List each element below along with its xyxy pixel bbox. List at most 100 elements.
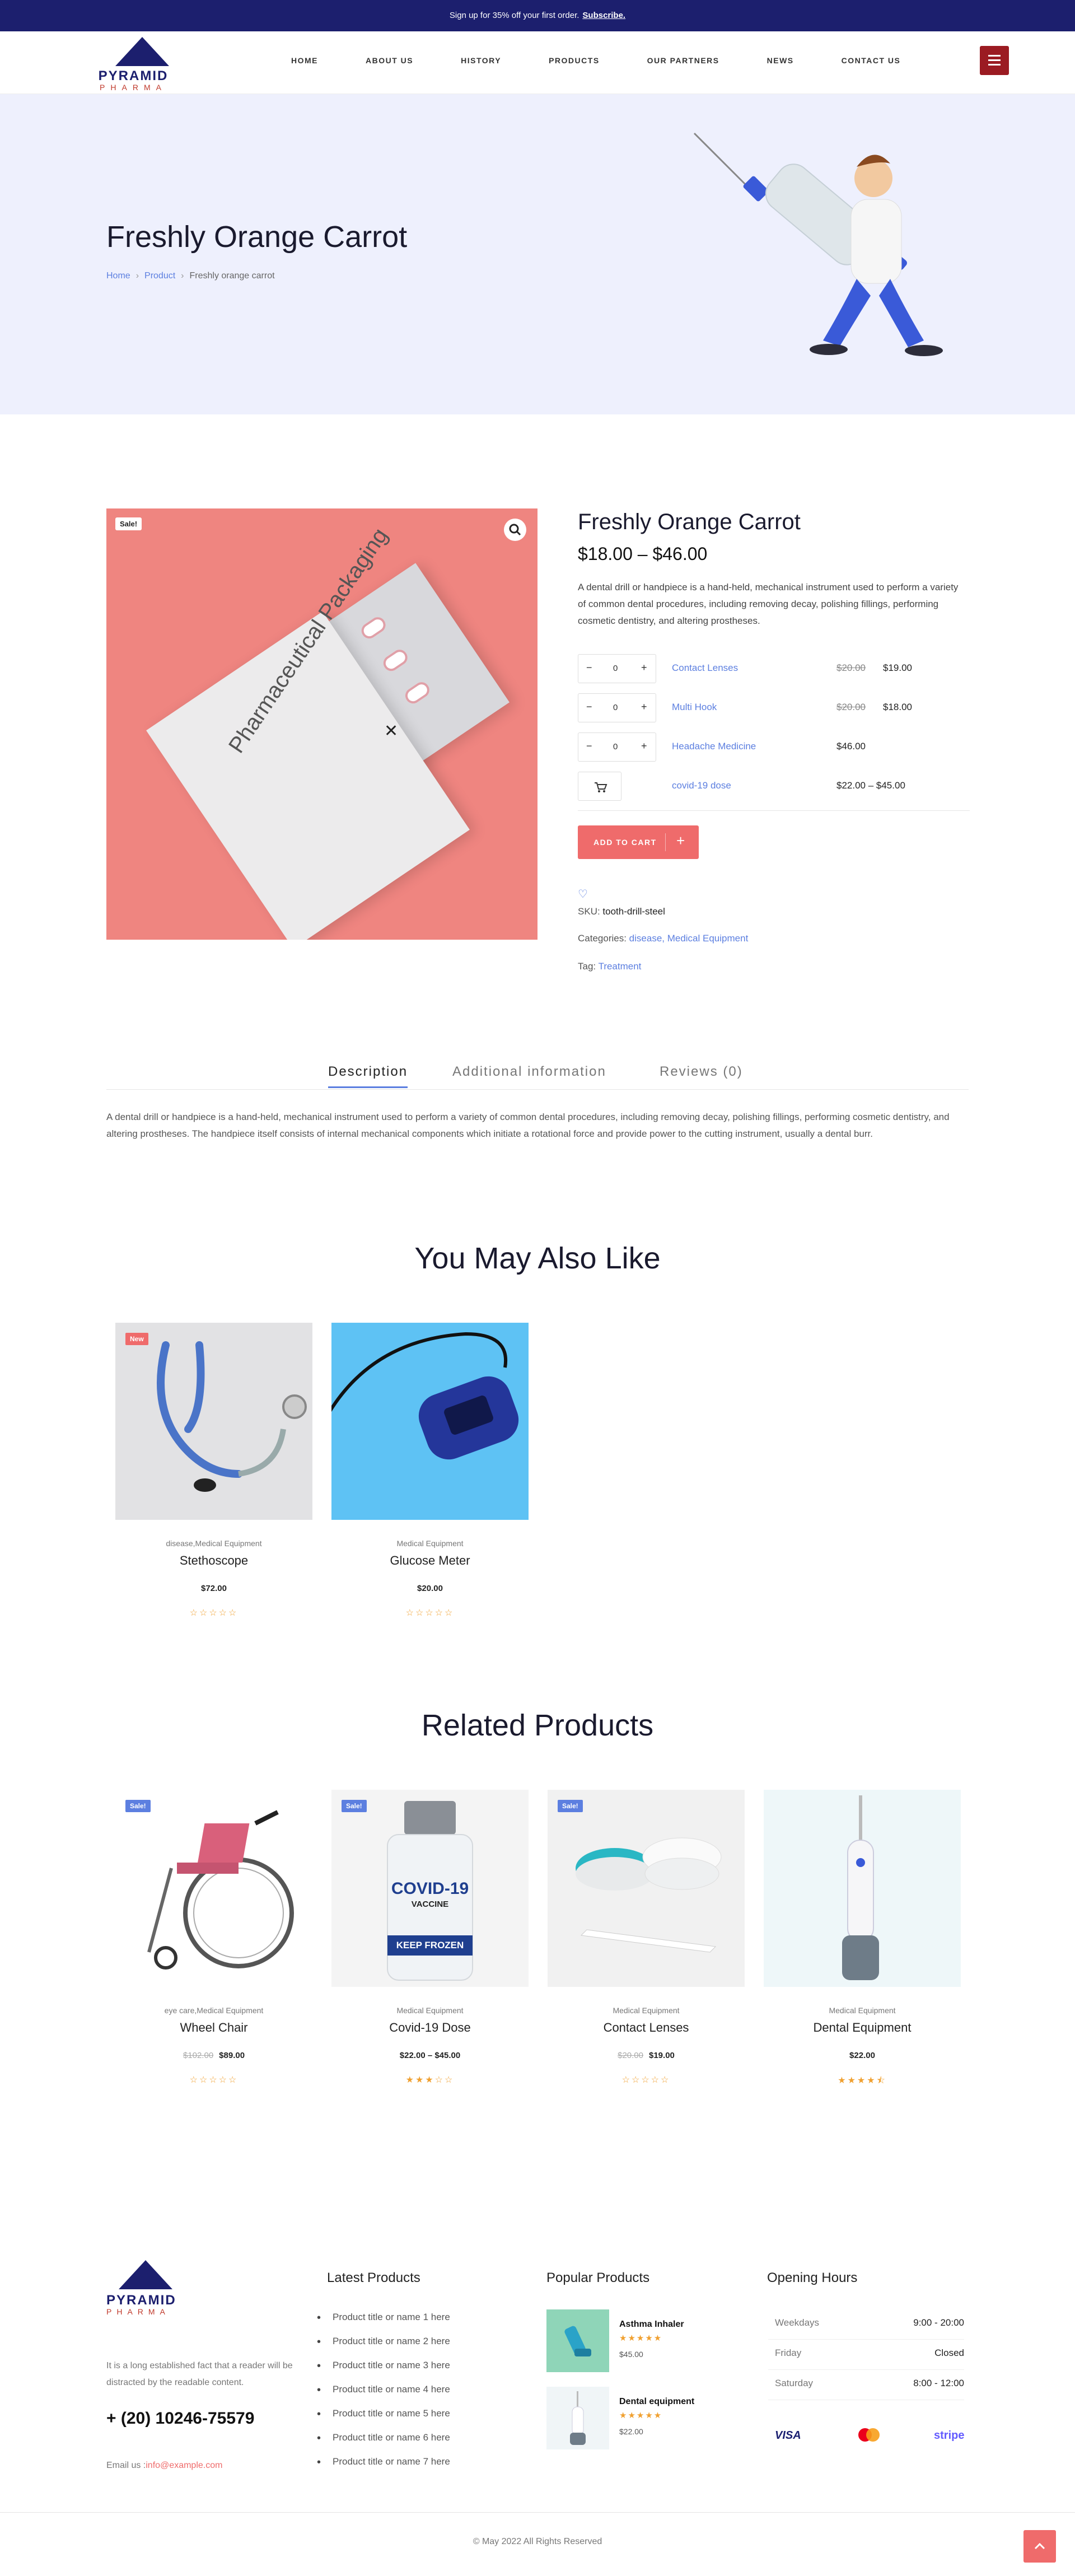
- visa-icon: VISA: [775, 2429, 801, 2442]
- quantity-value[interactable]: 0: [613, 742, 618, 752]
- tab-description-content: A dental drill or handpiece is a hand-he…: [106, 1112, 950, 1139]
- subscribe-link[interactable]: Subscribe.: [582, 11, 625, 20]
- product-category[interactable]: Medical Equipment: [331, 2006, 529, 2015]
- product-price: $20.00 $19.00: [548, 2051, 745, 2060]
- pill-icon: [358, 614, 389, 642]
- latest-product-link[interactable]: Product title or name 5 here: [317, 2408, 450, 2421]
- popular-product-name[interactable]: Dental equipment: [619, 2397, 694, 2407]
- nav-home[interactable]: HOME: [291, 56, 318, 65]
- vial-label-title: COVID-19: [391, 1879, 469, 1898]
- product-price: $22.00: [849, 2051, 875, 2060]
- hamburger-menu-button[interactable]: [980, 46, 1009, 75]
- product-summary: Freshly Orange Carrot $18.00 – $46.00 A …: [578, 508, 970, 629]
- grouped-item-name[interactable]: Multi Hook: [672, 702, 717, 713]
- nav-contact-us[interactable]: CONTACT US: [842, 56, 901, 65]
- cart-icon: [595, 782, 607, 792]
- grouped-item-name[interactable]: Contact Lenses: [672, 662, 738, 674]
- sale-badge: Sale!: [342, 1800, 367, 1812]
- product-price: $20.00: [417, 1584, 443, 1593]
- copyright-text: © May 2022 All Rights Reserved: [473, 2537, 602, 2546]
- product-gallery[interactable]: Sale! Pharmaceutical Packaging ✕: [106, 508, 538, 940]
- product-category[interactable]: Medical Equipment: [764, 2006, 961, 2015]
- breadcrumb-chevron-icon: ›: [135, 271, 139, 281]
- plus-icon[interactable]: +: [641, 701, 647, 713]
- footer-phone[interactable]: + (20) 10246-75579: [106, 2409, 254, 2428]
- quantity-value[interactable]: 0: [613, 703, 618, 712]
- minus-icon[interactable]: −: [586, 701, 592, 713]
- categories-links[interactable]: disease, Medical Equipment: [629, 933, 749, 944]
- wishlist-heart-icon[interactable]: ♡: [578, 887, 588, 901]
- product-category[interactable]: eye care,Medical Equipment: [115, 2006, 312, 2015]
- product-image[interactable]: New: [115, 1323, 312, 1520]
- site-logo[interactable]: PYRAMID PHARMA: [94, 36, 172, 92]
- product-name[interactable]: Wheel Chair: [115, 2020, 312, 2035]
- grouped-row: covid-19 dose $22.00 – $45.00: [578, 772, 970, 803]
- product-categories: Categories: disease, Medical Equipment: [578, 933, 748, 944]
- nav-about-us[interactable]: ABOUT US: [366, 56, 413, 65]
- quantity-stepper[interactable]: − 0 +: [578, 732, 656, 762]
- nav-our-partners[interactable]: OUR PARTNERS: [647, 56, 719, 65]
- latest-product-link[interactable]: Product title or name 7 here: [317, 2456, 450, 2469]
- cart-icon-button[interactable]: [578, 772, 621, 801]
- quantity-stepper[interactable]: − 0 +: [578, 693, 656, 722]
- breadcrumb-home[interactable]: Home: [106, 271, 130, 281]
- zoom-magnifier-icon[interactable]: [504, 519, 526, 541]
- hamburger-line-icon: [988, 64, 1001, 66]
- footer-logo[interactable]: PYRAMID PHARMA: [106, 2260, 185, 2316]
- latest-product-link[interactable]: Product title or name 4 here: [317, 2384, 450, 2397]
- product-category[interactable]: Medical Equipment: [548, 2006, 745, 2015]
- nav-history[interactable]: HISTORY: [461, 56, 501, 65]
- page-hero: Freshly Orange Carrot Home › Product › Fresh…: [0, 94, 1075, 414]
- grouped-item-name[interactable]: covid-19 dose: [672, 780, 731, 791]
- hamburger-line-icon: [988, 59, 1001, 61]
- product-price: $72.00: [201, 1584, 227, 1593]
- product-name[interactable]: Covid-19 Dose: [331, 2020, 529, 2035]
- popular-product-thumb[interactable]: [546, 2309, 609, 2372]
- tag-link[interactable]: Treatment: [599, 961, 642, 972]
- product-category[interactable]: Medical Equipment: [331, 1539, 529, 1548]
- latest-product-link[interactable]: Product title or name 6 here: [317, 2432, 450, 2445]
- minus-icon[interactable]: −: [586, 662, 592, 674]
- add-to-cart-label: ADD TO CART: [593, 838, 657, 847]
- inhaler-image: [564, 2326, 591, 2356]
- product-category[interactable]: disease,Medical Equipment: [115, 1539, 312, 1548]
- product-image[interactable]: [764, 1790, 961, 1987]
- product-price-range: $18.00 – $46.00: [578, 544, 708, 564]
- footer-about: It is a long established fact that a rea…: [106, 2361, 293, 2387]
- product-name[interactable]: Dental Equipment: [764, 2020, 961, 2035]
- minus-icon[interactable]: −: [586, 740, 592, 752]
- popular-product-thumb[interactable]: [546, 2387, 609, 2449]
- rating-stars: ☆☆☆☆☆: [189, 2075, 239, 2085]
- latest-product-link[interactable]: Product title or name 1 here: [317, 2312, 450, 2325]
- promo-text: Sign up for 35% off your first order.: [449, 11, 579, 20]
- back-to-top-button[interactable]: [1023, 2530, 1056, 2563]
- nav-news[interactable]: NEWS: [767, 56, 794, 65]
- breadcrumb-product[interactable]: Product: [144, 271, 175, 281]
- hours-time: 8:00 - 12:00: [913, 2378, 964, 2388]
- product-name[interactable]: Glucose Meter: [331, 1553, 529, 1568]
- nav-products[interactable]: PRODUCTS: [549, 56, 600, 65]
- product-image[interactable]: Sale!: [548, 1790, 745, 1987]
- plus-icon[interactable]: +: [641, 662, 647, 674]
- sale-badge: Sale!: [558, 1800, 583, 1812]
- latest-product-link[interactable]: Product title or name 3 here: [317, 2360, 450, 2373]
- product-name[interactable]: Contact Lenses: [548, 2020, 745, 2035]
- product-image[interactable]: Sale!: [115, 1790, 312, 1987]
- tab-additional-information[interactable]: Additional information: [452, 1064, 606, 1080]
- grouped-item-name[interactable]: Headache Medicine: [672, 741, 756, 752]
- quantity-stepper[interactable]: − 0 +: [578, 654, 656, 683]
- rating-stars: ☆☆☆☆☆: [405, 1608, 455, 1618]
- latest-product-link[interactable]: Product title or name 2 here: [317, 2336, 450, 2349]
- add-to-cart-button[interactable]: ADD TO CART +: [578, 825, 699, 859]
- product-image[interactable]: [331, 1323, 529, 1520]
- popular-product-name[interactable]: Asthma Inhaler: [619, 2320, 684, 2330]
- tab-description[interactable]: Description: [328, 1064, 408, 1088]
- pill-icon: [380, 646, 411, 674]
- email-link[interactable]: info@example.com: [146, 2461, 222, 2470]
- quantity-value[interactable]: 0: [613, 664, 618, 673]
- opening-hours-title: Opening Hours: [767, 2270, 858, 2285]
- plus-icon[interactable]: +: [641, 740, 647, 752]
- product-name[interactable]: Stethoscope: [115, 1553, 312, 1568]
- product-image[interactable]: COVID-19 VACCINE KEEP FROZEN Sale!: [331, 1790, 529, 1987]
- tab-reviews[interactable]: Reviews (0): [660, 1064, 743, 1080]
